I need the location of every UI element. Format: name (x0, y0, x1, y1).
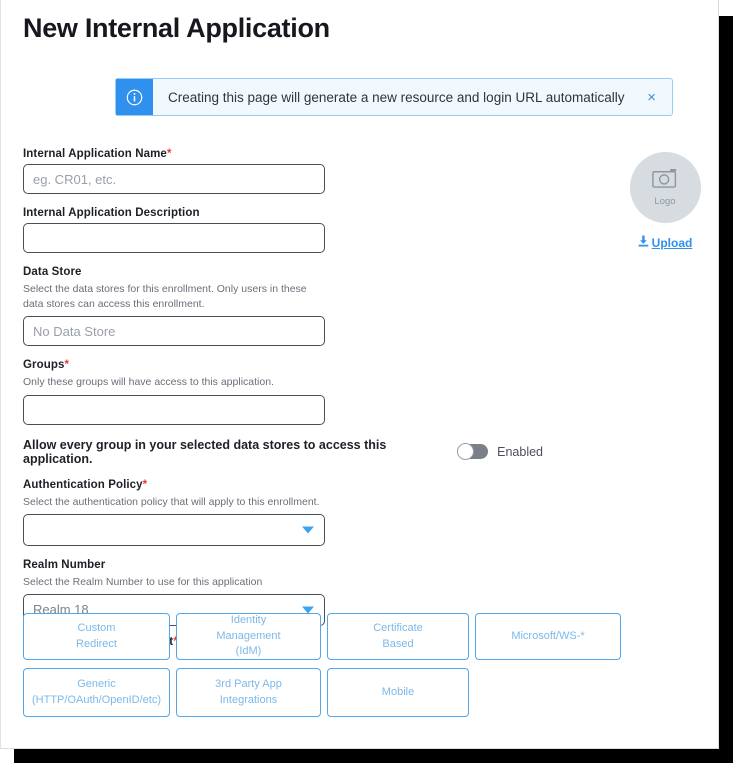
redirect-option-line1: Generic (77, 677, 116, 690)
redirect-options-row-2: Generic (HTTP/OAuth/OpenID/etc) 3rd Part… (23, 668, 643, 717)
info-banner-body: Creating this page will generate a new r… (153, 79, 672, 115)
camera-icon (651, 168, 679, 194)
redirect-option-line3: (IdM) (235, 645, 262, 658)
redirect-option-line1: 3rd Party App (215, 677, 282, 690)
download-arrow-icon (638, 235, 649, 250)
redirect-option-mobile[interactable]: Mobile (327, 668, 469, 717)
allow-all-groups-row: Allow every group in your selected data … (23, 438, 543, 466)
redirect-option-line1: Mobile (381, 685, 415, 698)
data-store-input[interactable] (23, 316, 325, 347)
form-column: Internal Application Name* Internal Appl… (23, 148, 543, 652)
allow-all-groups-toggle[interactable] (457, 443, 489, 461)
page-shell: New Internal Application Creating this p… (0, 0, 733, 763)
auth-policy-helper: Select the authentication policy that wi… (23, 495, 320, 508)
required-asterisk: * (64, 359, 70, 372)
page-title: New Internal Application (23, 13, 330, 43)
application-form-card: New Internal Application Creating this p… (0, 0, 719, 749)
allow-all-groups-label: Allow every group in your selected data … (23, 437, 387, 466)
auth-policy-label: Authentication Policy* (23, 479, 543, 491)
realm-number-label: Realm Number (23, 558, 106, 571)
logo-placeholder[interactable]: Logo (629, 152, 701, 223)
app-name-label-text: Internal Application Name (23, 148, 167, 160)
logo-block: Logo Upload (626, 152, 704, 250)
redirect-option-line2: Management (216, 629, 281, 642)
info-circle-icon (116, 79, 153, 115)
app-description-label: Internal Application Description (23, 207, 200, 219)
redirect-options-row-1: Custom Redirect Identity Management (IdM… (23, 613, 643, 660)
data-store-label: Data Store (23, 266, 82, 278)
upload-logo-link[interactable]: Upload (626, 235, 704, 250)
redirect-option-identity-management[interactable]: Identity Management (IdM) (176, 613, 321, 660)
info-banner: Creating this page will generate a new r… (115, 78, 673, 116)
redirect-option-3rd-party-app[interactable]: 3rd Party App Integrations (176, 668, 321, 717)
upload-logo-label: Upload (651, 235, 693, 250)
data-store-helper: Select the data stores for this enrollme… (23, 283, 307, 311)
app-name-label: Internal Application Name* (23, 148, 543, 160)
redirect-option-line1: Identity (230, 613, 267, 626)
redirect-option-line1: Custom (77, 621, 116, 634)
redirect-option-microsoft-ws[interactable]: Microsoft/WS-* (475, 613, 621, 660)
redirect-option-certificate-based[interactable]: Certificate Based (327, 613, 469, 660)
redirect-option-generic[interactable]: Generic (HTTP/OAuth/OpenID/etc) (23, 668, 170, 717)
app-description-input[interactable] (23, 223, 325, 253)
groups-label-text: Groups (23, 359, 65, 372)
required-asterisk: * (142, 478, 148, 491)
groups-label: Groups* (23, 359, 543, 371)
redirect-option-custom-redirect[interactable]: Custom Redirect (23, 613, 170, 660)
redirect-option-line2: Based (382, 637, 414, 650)
realm-number-helper: Select the Realm Number to use for this … (23, 575, 263, 588)
auth-policy-select[interactable] (23, 513, 325, 546)
auth-policy-label-text: Authentication Policy (23, 478, 143, 491)
authenticate-user-redirect-options: Custom Redirect Identity Management (IdM… (23, 613, 643, 725)
groups-helper: Only these groups will have access to th… (23, 376, 274, 389)
logo-caption: Logo (654, 196, 676, 207)
allow-all-groups-state: Enabled (497, 444, 543, 459)
auth-policy-select-wrap (23, 513, 325, 546)
redirect-option-line1: Microsoft/WS-* (511, 629, 585, 642)
toggle-knob (457, 443, 475, 461)
redirect-option-line2: Redirect (76, 637, 117, 650)
app-name-input[interactable] (23, 164, 325, 194)
redirect-option-line2: Integrations (219, 693, 278, 706)
window-shadow-right (718, 16, 733, 763)
redirect-option-line2: (HTTP/OAuth/OpenID/etc) (32, 693, 161, 706)
info-banner-message: Creating this page will generate a new r… (168, 89, 625, 105)
required-asterisk: * (166, 148, 172, 160)
groups-input[interactable] (23, 394, 325, 425)
close-icon[interactable]: × (643, 88, 660, 107)
window-shadow-bottom (14, 748, 733, 763)
redirect-option-line1: Certificate (373, 621, 423, 634)
